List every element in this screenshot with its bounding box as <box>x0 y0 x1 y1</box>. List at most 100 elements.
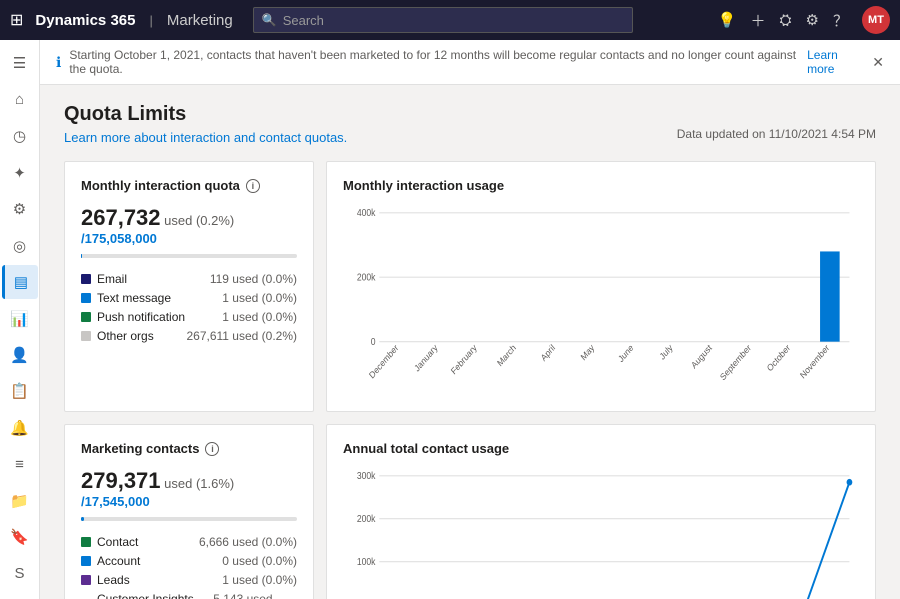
legend-value: 267,611 used (0.2%) <box>186 329 297 343</box>
sidebar-item-menu[interactable]: ☰ <box>2 46 38 80</box>
legend-value: 0 used (0.0%) <box>222 554 297 568</box>
filter-icon[interactable]: ⛭ <box>780 12 792 29</box>
app-name: Dynamics 365 <box>35 12 135 29</box>
legend-item: Text message 1 used (0.0%) <box>81 291 297 305</box>
info-banner: ℹ Starting October 1, 2021, contacts tha… <box>40 40 900 85</box>
marketing-contacts-numbers: 279,371 used (1.6%) /17,545,000 <box>81 468 297 509</box>
legend-value: 119 used (0.0%) <box>210 272 297 286</box>
svg-text:0: 0 <box>371 336 376 347</box>
svg-text:400k: 400k <box>357 208 376 219</box>
search-icon: 🔍 <box>262 13 277 27</box>
add-icon[interactable]: ＋ <box>751 10 766 31</box>
monthly-interaction-chart-card: Monthly interaction usage 0200k400kDecem… <box>326 161 876 412</box>
page-subtitle-link[interactable]: Learn more about interaction and contact… <box>64 130 347 145</box>
legend-item: Email 119 used (0.0%) <box>81 272 297 286</box>
legend-label: Push notification <box>97 310 185 324</box>
svg-text:June: June <box>616 342 635 364</box>
sidebar-item-info[interactable]: ◎ <box>2 228 38 262</box>
search-box[interactable]: 🔍 <box>253 7 633 33</box>
legend-color-dot <box>81 556 91 566</box>
contacts-quota-fill <box>81 517 84 521</box>
sidebar-item-dashboard[interactable]: ▤ <box>2 265 38 299</box>
legend-label: Leads <box>97 573 130 587</box>
legend-label: Contact <box>97 535 138 549</box>
contacts-total-quota: /17,545,000 <box>81 494 150 509</box>
legend-color-dot <box>81 274 91 284</box>
svg-text:200k: 200k <box>357 272 376 283</box>
settings-icon[interactable]: ⚙ <box>806 11 819 29</box>
main-content: ℹ Starting October 1, 2021, contacts tha… <box>40 40 900 599</box>
contact-chart-container: 0100k200k300kDecemberJanuaryFebruaryMarc… <box>343 458 859 599</box>
legend-color-dot <box>81 575 91 585</box>
help-icon[interactable]: 💡 <box>718 11 737 29</box>
sidebar-item-files[interactable]: 📁 <box>2 484 38 518</box>
banner-info-icon: ℹ <box>56 54 61 71</box>
contact-chart-title: Annual total contact usage <box>343 441 859 456</box>
svg-text:100k: 100k <box>357 556 376 567</box>
monthly-legend: Email 119 used (0.0%) Text message 1 use… <box>81 272 297 343</box>
sidebar-item-recent[interactable]: ◷ <box>2 119 38 153</box>
sidebar-item-contacts[interactable]: 👤 <box>2 338 38 372</box>
sidebar-item-notifications[interactable]: 🔔 <box>2 411 38 445</box>
contacts-used-number: 279,371 <box>81 468 161 493</box>
page-header: Quota Limits Learn more about interactio… <box>40 85 900 161</box>
sidebar-item-settings-local[interactable]: ⚙ <box>2 192 38 226</box>
sidebar-item-upload[interactable]: S <box>2 557 38 591</box>
legend-item: Customer Insights profiles 5,143 used (0… <box>81 592 297 599</box>
monthly-interaction-numbers: 267,732 used (0.2%) /175,058,000 <box>81 205 297 246</box>
sidebar-item-list[interactable]: ≡ <box>2 447 38 481</box>
contact-chart-svg: 0100k200k300kDecemberJanuaryFebruaryMarc… <box>343 458 859 599</box>
sidebar-item-bookmarks[interactable]: 🔖 <box>2 520 38 554</box>
marketing-contacts-info-icon[interactable]: i <box>205 442 219 456</box>
contacts-legend: Contact 6,666 used (0.0%) Account 0 used… <box>81 535 297 599</box>
monthly-interaction-row: Monthly interaction quota i 267,732 used… <box>40 161 900 424</box>
interaction-chart-container: 0200k400kDecemberJanuaryFebruaryMarchApr… <box>343 195 859 395</box>
svg-text:September: September <box>718 342 753 382</box>
monthly-total-quota: /175,058,000 <box>81 231 157 246</box>
legend-label: Account <box>97 554 140 568</box>
legend-color-dot <box>81 312 91 322</box>
monthly-quota-bar <box>81 254 297 258</box>
legend-item: Push notification 1 used (0.0%) <box>81 310 297 324</box>
svg-text:May: May <box>579 342 597 363</box>
legend-label: Other orgs <box>97 329 154 343</box>
waffle-icon[interactable]: ⊞ <box>10 10 23 30</box>
top-navigation: ⊞ Dynamics 365 | Marketing 🔍 💡 ＋ ⛭ ⚙ ？ M… <box>0 0 900 40</box>
question-icon[interactable]: ？ <box>833 10 848 31</box>
sidebar-item-segments[interactable]: 📋 <box>2 374 38 408</box>
banner-learn-link[interactable]: Learn more <box>807 48 864 76</box>
svg-text:December: December <box>367 342 400 380</box>
svg-text:November: November <box>798 342 831 380</box>
svg-text:300k: 300k <box>357 471 376 482</box>
legend-label: Email <box>97 272 127 286</box>
legend-value: 1 used (0.0%) <box>222 310 297 324</box>
search-input[interactable] <box>283 13 624 28</box>
contacts-used-pct: used (1.6%) <box>164 476 234 491</box>
legend-color-dot <box>81 331 91 341</box>
sidebar-item-home[interactable]: ⌂ <box>2 82 38 116</box>
svg-text:April: April <box>539 342 557 363</box>
nav-icons: 💡 ＋ ⛭ ⚙ ？ MT <box>718 6 890 34</box>
monthly-interaction-card: Monthly interaction quota i 267,732 used… <box>64 161 314 412</box>
svg-text:August: August <box>689 342 714 371</box>
svg-text:200k: 200k <box>357 513 376 524</box>
sidebar-item-pinned[interactable]: ✦ <box>2 155 38 189</box>
banner-close-button[interactable]: ✕ <box>872 54 884 71</box>
module-name: Marketing <box>167 12 233 29</box>
marketing-contacts-card: Marketing contacts i 279,371 used (1.6%)… <box>64 424 314 599</box>
legend-value: 6,666 used (0.0%) <box>199 535 297 549</box>
sidebar-item-analytics[interactable]: 📊 <box>2 301 38 335</box>
left-sidebar: ☰ ⌂ ◷ ✦ ⚙ ◎ ▤ 📊 👤 📋 🔔 ≡ 📁 🔖 S <box>0 40 40 599</box>
legend-value: 1 used (0.0%) <box>222 291 297 305</box>
svg-text:March: March <box>495 342 518 368</box>
page-title: Quota Limits <box>64 103 876 126</box>
monthly-used-pct: used (0.2%) <box>164 213 234 228</box>
legend-value: 5,143 used (0.0%) <box>213 592 297 599</box>
svg-text:October: October <box>765 342 792 373</box>
avatar[interactable]: MT <box>862 6 890 34</box>
interaction-chart-svg: 0200k400kDecemberJanuaryFebruaryMarchApr… <box>343 195 859 395</box>
banner-text: Starting October 1, 2021, contacts that … <box>69 48 799 76</box>
monthly-interaction-info-icon[interactable]: i <box>246 179 260 193</box>
marketing-contacts-row: Marketing contacts i 279,371 used (1.6%)… <box>40 424 900 599</box>
legend-item: Contact 6,666 used (0.0%) <box>81 535 297 549</box>
